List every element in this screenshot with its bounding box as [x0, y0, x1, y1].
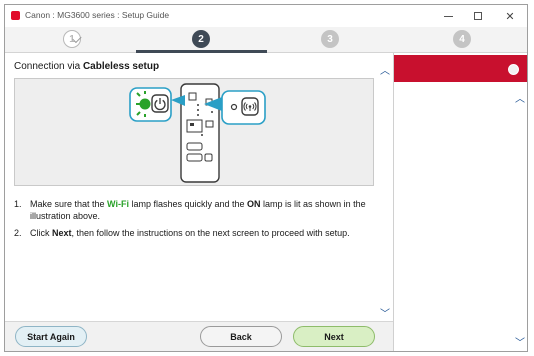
instruction-list: 1. Make sure that the Wi-Fi lamp flashes…	[14, 199, 374, 246]
on-lamp-callout	[129, 87, 185, 122]
step-2-label: 2	[198, 33, 204, 45]
side-panel-toggle-icon[interactable]	[508, 64, 519, 75]
wifi-lamp-term: Wi-Fi	[107, 199, 129, 209]
side-scroll-up-arrow-icon[interactable]: ︿	[515, 90, 525, 105]
instruction-number: 2.	[14, 228, 22, 238]
scroll-down-arrow-icon[interactable]: ﹀	[380, 305, 390, 320]
instruction-text: , then follow the instructions on the ne…	[71, 228, 350, 238]
back-button[interactable]: Back	[200, 326, 282, 347]
maximize-button[interactable]	[463, 5, 493, 27]
window-title: Canon : MG3600 series : Setup Guide	[25, 10, 170, 20]
instruction-number: 1.	[14, 199, 22, 209]
instruction-text: Click	[30, 228, 52, 238]
canon-app-icon	[11, 11, 20, 20]
step-4-indicator: 4	[453, 30, 471, 48]
title-bar: Canon : MG3600 series : Setup Guide ✕	[5, 5, 527, 27]
instruction-text: Make sure that the	[30, 199, 108, 209]
button-bar: Start Again Back Next	[5, 321, 393, 351]
on-lamp-term: ON	[247, 199, 261, 209]
instruction-item: 2. Click Next, then follow the instructi…	[14, 228, 374, 240]
step-2-indicator: 2	[192, 30, 210, 48]
close-icon: ✕	[505, 10, 515, 23]
close-button[interactable]: ✕	[495, 5, 525, 27]
next-button[interactable]: Next	[293, 326, 375, 347]
next-term: Next	[52, 228, 72, 238]
start-again-button[interactable]: Start Again	[15, 326, 87, 347]
minimize-icon	[443, 15, 453, 17]
side-panel-header	[394, 55, 527, 82]
printer-panel-body	[180, 83, 220, 183]
maximize-icon	[474, 12, 482, 20]
scroll-up-arrow-icon[interactable]: ︿	[380, 62, 390, 77]
side-scroll-down-arrow-icon[interactable]: ﹀	[515, 334, 525, 349]
heading-prefix: Connection via	[14, 61, 83, 72]
step-3-label: 3	[327, 33, 333, 45]
setup-guide-window: Canon : MG3600 series : Setup Guide ✕ 1 …	[4, 4, 528, 352]
step-4-label: 4	[459, 33, 465, 45]
heading-bold: Cableless setup	[82, 61, 160, 72]
main-content: Connection via Cableless setup ︿ 1. Make…	[5, 53, 393, 321]
side-panel: ︿ ﹀	[393, 53, 527, 351]
instruction-item: 1. Make sure that the Wi-Fi lamp flashes…	[14, 199, 374, 222]
printer-panel-illustration	[129, 83, 266, 183]
minimize-button[interactable]	[433, 5, 463, 27]
step-progress-bar: 1 2 3 4	[5, 27, 527, 53]
step-3-indicator: 3	[321, 30, 339, 48]
instruction-text: lamp flashes quickly and the	[128, 199, 248, 209]
page-heading: Connection via Cableless setup	[14, 61, 159, 72]
printer-illustration	[14, 78, 374, 186]
